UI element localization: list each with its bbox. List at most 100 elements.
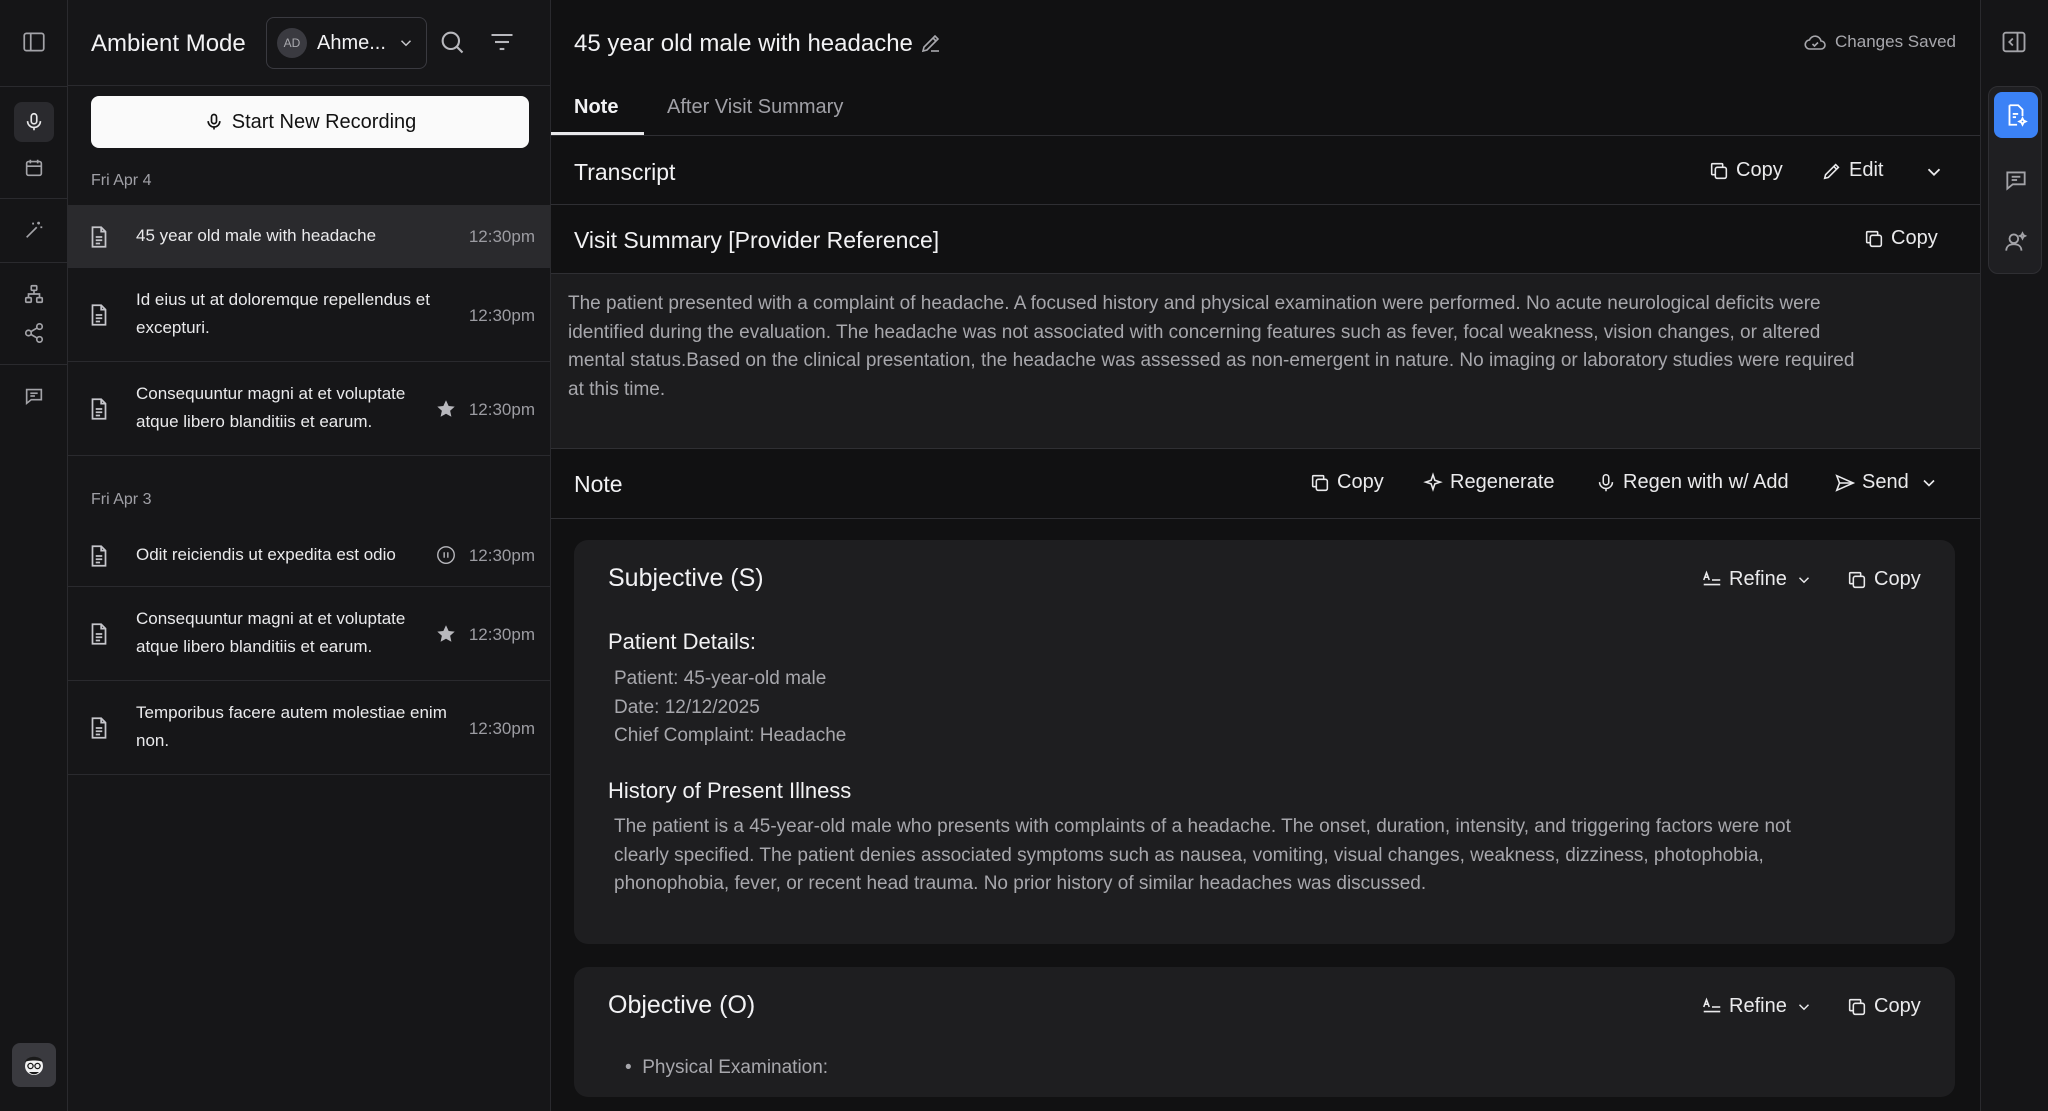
filter-icon[interactable] <box>488 28 516 56</box>
section-copy-button[interactable]: Copy <box>1846 568 1921 591</box>
microphone-icon <box>1598 473 1614 491</box>
recording-title: Consequuntur magni at et voluptate atque… <box>136 609 406 656</box>
document-icon <box>86 620 112 648</box>
objective-card: Objective (O) Refine Copy • Physical Exa… <box>574 967 1955 1097</box>
bullet-text: Physical Examination: <box>642 1057 829 1078</box>
recording-title: Consequuntur magni at et voluptate atque… <box>136 384 406 431</box>
chevron-down-icon <box>397 34 415 52</box>
hpi-line: phonophobia, fever, or recent head traum… <box>614 873 1427 895</box>
hpi-line: clearly specified. The patient denies as… <box>614 844 1764 866</box>
hierarchy-icon[interactable] <box>14 274 54 314</box>
star-icon[interactable] <box>435 398 457 420</box>
refine-icon <box>1703 569 1721 585</box>
patient-detail-line: Date: 12/12/2025 <box>614 697 760 718</box>
recording-item[interactable]: Consequuntur magni at et voluptate atque… <box>68 587 551 681</box>
document-icon <box>86 542 112 570</box>
copy-icon <box>1848 571 1866 588</box>
recording-time: 12:30pm <box>468 625 535 644</box>
recordings-header: Ambient Mode AD Ahme... <box>68 0 551 86</box>
recording-item[interactable]: Id eius ut at doloremque repellendus et … <box>68 268 551 362</box>
pause-icon[interactable] <box>435 544 457 566</box>
avatar[interactable] <box>12 1043 56 1087</box>
star-icon[interactable] <box>435 623 457 645</box>
panel-toggle-icon[interactable] <box>14 22 54 62</box>
copy-label: Copy <box>1736 159 1783 181</box>
user-name: Ahme... <box>317 31 386 54</box>
tab-bar: Note After Visit Summary <box>551 84 1980 136</box>
edit-label: Edit <box>1849 159 1884 181</box>
copy-label: Copy <box>1874 995 1921 1017</box>
date-group-label: Fri Apr 4 <box>91 172 152 189</box>
regenerate-button[interactable]: Regenerate <box>1422 471 1555 494</box>
recording-title: Odit reiciendis ut expedita est odio <box>136 545 396 564</box>
start-new-recording-label: Start New Recording <box>231 110 417 133</box>
tab-after-visit-summary[interactable]: After Visit Summary <box>667 96 843 119</box>
recording-time: 12:30pm <box>468 400 535 419</box>
sparkle-icon <box>1423 471 1443 492</box>
visit-summary-text: The patient presented with a complaint o… <box>551 274 1980 449</box>
transcript-edit-button[interactable]: Edit <box>1821 159 1883 182</box>
chevron-down-icon <box>1798 1003 1809 1010</box>
send-label: Send <box>1862 471 1909 493</box>
message-icon[interactable] <box>1994 157 2038 203</box>
transcript-copy-button[interactable]: Copy <box>1708 159 1783 182</box>
recording-item[interactable]: 45 year old male with headache 12:30pm <box>68 205 551 268</box>
magic-wand-icon[interactable] <box>14 210 54 250</box>
share-icon[interactable] <box>14 313 54 353</box>
summary-line: The patient presented with a complaint o… <box>568 293 1821 314</box>
right-toolbar <box>1980 0 2048 1111</box>
recording-time: 12:30pm <box>468 306 535 325</box>
document-icon <box>86 301 112 329</box>
document-icon <box>86 395 112 423</box>
patient-details-heading: Patient Details: <box>608 629 756 654</box>
tab-note[interactable]: Note <box>574 96 618 119</box>
regen-with-add-button[interactable]: Regen with w/ Add <box>1595 471 1789 494</box>
copy-icon <box>1311 474 1329 491</box>
search-icon[interactable] <box>438 28 466 56</box>
regenerate-label: Regenerate <box>1450 471 1555 493</box>
refine-button[interactable]: Refine <box>1701 568 1819 591</box>
note-bar: Note Copy Regenerate Regen with w/ Add S… <box>551 449 1980 519</box>
recording-item[interactable]: Temporibus facere autem molestiae enim n… <box>68 681 551 775</box>
pencil-icon[interactable] <box>919 31 943 55</box>
section-copy-button[interactable]: Copy <box>1846 995 1921 1018</box>
recording-title: Id eius ut at doloremque repellendus et … <box>136 290 430 337</box>
calendar-icon[interactable] <box>14 148 54 188</box>
visit-summary-copy-button[interactable]: Copy <box>1863 227 1938 250</box>
ai-document-icon[interactable] <box>1994 92 2038 138</box>
recording-title: 45 year old male with headache <box>136 226 377 245</box>
chat-icon[interactable] <box>14 376 54 416</box>
copy-icon <box>1710 162 1728 179</box>
refine-icon <box>1703 996 1721 1012</box>
transcript-bar: Transcript Copy Edit <box>551 137 1980 205</box>
refine-label: Refine <box>1729 995 1787 1017</box>
transcript-label: Transcript <box>574 159 676 185</box>
recording-time: 12:30pm <box>468 227 535 246</box>
section-title: Subjective (S) <box>608 564 764 592</box>
recording-time: 12:30pm <box>468 546 535 565</box>
copy-icon <box>1848 998 1866 1015</box>
microphone-icon[interactable] <box>14 102 54 142</box>
note-label: Note <box>574 471 623 497</box>
refine-button[interactable]: Refine <box>1701 995 1819 1018</box>
send-button[interactable]: Send <box>1834 471 1945 494</box>
collapse-panel-icon[interactable] <box>2000 28 2028 56</box>
icon-rail <box>0 0 68 1111</box>
note-copy-button[interactable]: Copy <box>1309 471 1384 494</box>
recording-item[interactable]: Odit reiciendis ut expedita est odio 12:… <box>68 524 551 587</box>
start-new-recording-button[interactable]: Start New Recording <box>91 96 529 148</box>
copy-label: Copy <box>1874 568 1921 590</box>
user-selector[interactable]: AD Ahme... <box>266 17 427 69</box>
pencil-icon <box>1823 162 1840 179</box>
recording-item[interactable]: Consequuntur magni at et voluptate atque… <box>68 362 551 456</box>
user-assist-icon[interactable] <box>1994 219 2038 265</box>
bullet-item: • Physical Examination: <box>625 1054 828 1083</box>
subjective-card: Subjective (S) Refine Copy Patient Detai… <box>574 540 1955 944</box>
page-title: 45 year old male with headache <box>574 30 913 57</box>
summary-line: identified during the evaluation. The he… <box>568 321 1821 343</box>
copy-icon <box>1865 230 1883 247</box>
cloud-check-icon <box>1804 35 1826 50</box>
chevron-down-icon[interactable] <box>1923 161 1951 183</box>
hpi-text: The patient is a 45-year-old male who pr… <box>614 813 1944 899</box>
hpi-line: The patient is a 45-year-old male who pr… <box>614 816 1791 837</box>
